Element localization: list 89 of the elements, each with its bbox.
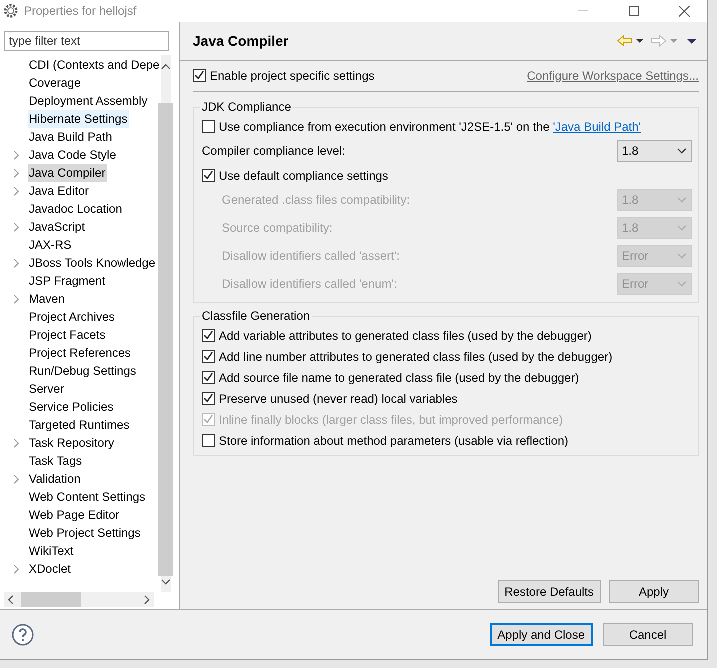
tree-item[interactable]: Server: [28, 380, 66, 398]
page-button[interactable]: Apply: [609, 580, 699, 603]
checkbox[interactable]: [202, 392, 215, 405]
tree-item[interactable]: Java Editor: [28, 182, 90, 200]
tree-item[interactable]: WikiText: [28, 542, 75, 560]
tree-item[interactable]: JAX-RS: [28, 236, 73, 254]
tree-item[interactable]: Java Compiler: [28, 164, 107, 182]
chevron-down-icon: [677, 225, 687, 231]
menu-icon[interactable]: [685, 38, 699, 44]
dropdown[interactable]: 1.8: [617, 140, 692, 162]
minimize-button[interactable]: [578, 10, 588, 12]
tree-item[interactable]: JavaScript: [28, 218, 86, 236]
expand-icon[interactable]: [14, 150, 18, 160]
tree-item[interactable]: Project References: [28, 344, 132, 362]
checkbox[interactable]: [202, 120, 215, 133]
checkbox-label: Inline finally blocks (larger class files, but improved performance): [219, 412, 564, 426]
tree-item[interactable]: Validation: [28, 470, 82, 488]
checkbox-label: Use default compliance settings: [219, 168, 390, 182]
tree-item[interactable]: XDoclet: [28, 560, 72, 578]
tree-item[interactable]: CDI (Contexts and Depe: [28, 56, 161, 74]
horizontal-scrollbar[interactable]: [4, 592, 154, 607]
expand-icon[interactable]: [14, 474, 18, 484]
tree-item[interactable]: Project Facets: [28, 326, 107, 344]
tree-item[interactable]: JSP Fragment: [28, 272, 106, 290]
tree-item[interactable]: Targeted Runtimes: [28, 416, 131, 434]
checkbox[interactable]: [202, 169, 215, 182]
setting-label: Disallow identifiers called 'assert':: [222, 249, 401, 263]
setting-label: Generated .class files compatibility:: [222, 193, 412, 207]
expand-icon[interactable]: [14, 258, 18, 268]
chevron-right-icon: [144, 594, 150, 604]
tree-item[interactable]: Service Policies: [28, 398, 115, 416]
expand-icon[interactable]: [14, 294, 18, 304]
checkbox-label: Preserve unused (never read) local variables: [219, 392, 459, 406]
chevron-down-icon: [677, 197, 687, 203]
expand-icon[interactable]: [14, 186, 18, 196]
help-icon[interactable]: [12, 624, 34, 646]
checkbox[interactable]: [202, 350, 215, 363]
tree-item[interactable]: JBoss Tools Knowledge: [28, 254, 157, 272]
tree-item[interactable]: Hibernate Settings: [28, 110, 129, 128]
tree-item[interactable]: Run/Debug Settings: [28, 362, 138, 380]
checkbox-label: Enable project specific settings: [210, 68, 375, 82]
tree-item[interactable]: Project Archives: [28, 308, 116, 326]
chevron-up-icon: [160, 64, 171, 70]
gear-icon: [4, 4, 18, 18]
dialog-button[interactable]: Cancel: [603, 623, 693, 646]
checkbox-label: Use compliance from execution environment 'J2SE-1.5' on the 'Java Build Path': [219, 120, 642, 134]
tree-item[interactable]: Web Project Settings: [28, 524, 142, 542]
checkbox[interactable]: [193, 69, 206, 82]
setting-label: Compiler compliance level:: [202, 144, 346, 158]
tree-item[interactable]: Java Code Style: [28, 146, 118, 164]
close-button[interactable]: [679, 6, 690, 16]
dialog-button[interactable]: Apply and Close: [490, 623, 593, 646]
expand-icon[interactable]: [14, 222, 18, 232]
tree-item[interactable]: Deployment Assembly: [28, 92, 149, 110]
tree-item[interactable]: Maven: [28, 290, 66, 308]
checkbox-label: Add source file name to generated class file (used by the debugger): [219, 370, 580, 384]
expand-icon[interactable]: [14, 564, 18, 574]
workspace-settings-link[interactable]: Configure Workspace Settings...: [527, 68, 699, 82]
tree-item[interactable]: Java Build Path: [28, 128, 114, 146]
setting-label: Disallow identifiers called 'enum':: [222, 277, 398, 291]
group-title: Classfile Generation: [201, 309, 312, 323]
expand-icon[interactable]: [14, 438, 18, 448]
window-title: Properties for hellojsf: [24, 4, 138, 18]
chevron-down-icon: [160, 579, 171, 585]
checkbox[interactable]: [202, 329, 215, 342]
checkbox-label: Add variable attributes to generated class files (used by the debugger): [219, 328, 593, 342]
build-path-link[interactable]: 'Java Build Path': [553, 120, 642, 134]
chevron-down-icon: [677, 148, 687, 154]
chevron-down-icon: [677, 253, 687, 259]
tree-item[interactable]: Javadoc Location: [28, 200, 124, 218]
page-button[interactable]: Restore Defaults: [498, 580, 601, 603]
tree-item[interactable]: Task Tags: [28, 452, 84, 470]
tree-item[interactable]: Web Content Settings: [28, 488, 147, 506]
chevron-down-icon: [677, 281, 687, 287]
page-title: Java Compiler: [193, 33, 290, 49]
setting-label: Source compatibility:: [222, 221, 334, 235]
expand-icon[interactable]: [14, 168, 18, 178]
checkbox[interactable]: [202, 434, 215, 447]
vertical-scrollbar[interactable]: [160, 55, 171, 592]
group-title: JDK Compliance: [201, 100, 292, 114]
maximize-button[interactable]: [628, 6, 638, 16]
checkbox-label: Add line number attributes to generated class files (used by the debugger): [219, 350, 614, 364]
chevron-left-icon: [8, 594, 14, 604]
filter-field[interactable]: type filter text: [4, 31, 169, 51]
checkbox[interactable]: [202, 371, 215, 384]
checkbox-label: Store information about method parameters (usable via reflection): [219, 434, 570, 448]
tree-item[interactable]: Task Repository: [28, 434, 116, 452]
tree-item[interactable]: Web Page Editor: [28, 506, 120, 524]
tree-item[interactable]: Coverage: [28, 74, 82, 92]
